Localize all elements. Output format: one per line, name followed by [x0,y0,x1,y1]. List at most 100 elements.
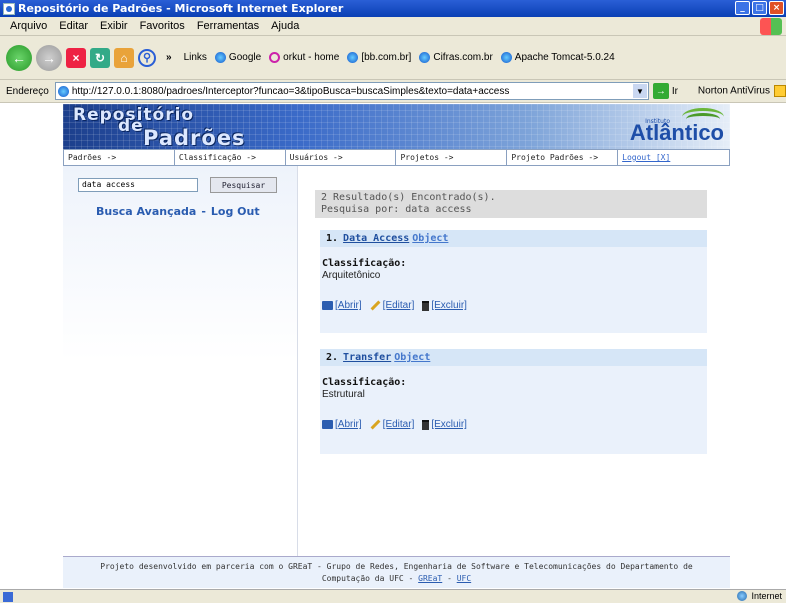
great-link[interactable]: GREaT [418,574,442,583]
ie-page-icon [419,52,431,63]
links-label: Links [183,52,207,63]
go-arrow-icon[interactable]: → [652,83,669,99]
link-tomcat[interactable]: Apache Tomcat-5.0.24 [500,52,615,63]
trash-icon [422,419,430,430]
pencil-icon [370,419,381,430]
ie-page-icon [57,85,69,97]
home-icon[interactable]: ⌂ [114,47,134,68]
search-links: Busca Avançada - Log Out [96,205,260,218]
link-orkut[interactable]: orkut - home [269,52,339,63]
address-label: Endereço [6,85,49,97]
link-bb[interactable]: [bb.com.br] [347,52,411,63]
norton-icon [774,85,786,97]
classification-label: Classificação: [322,377,407,388]
search-panel: data access Pesquisar Busca Avançada - Log… [63,166,298,556]
ie-page-icon [347,52,359,63]
nav-padroes[interactable]: Padrões -> [64,150,175,165]
result-card: 1. Data Access Object Classificação: Arq… [320,230,707,333]
results-query: Pesquisa por: data access [321,204,472,215]
window-controls: _ □ × [735,1,784,15]
back-icon[interactable]: ← [6,44,32,71]
menu-exibir[interactable]: Exibir [94,20,134,32]
stop-icon[interactable]: × [66,47,86,68]
results-summary: 2 Resultado(s) Encontrado(s). Pesquisa p… [315,190,707,218]
link-separator: - [201,205,206,218]
menu-favoritos[interactable]: Favoritos [134,20,191,32]
chevron-down-icon[interactable]: ▼ [632,84,647,98]
refresh-icon[interactable]: ↻ [90,47,110,68]
toolbar-chevron[interactable]: » [166,52,172,63]
result-title: 2. Transfer Object [320,349,707,366]
globe-icon [737,591,748,601]
security-zone: Internet [737,591,782,601]
result-link[interactable]: Transfer [343,352,391,363]
page-footer: Projeto desenvolvido em parceria com o G… [63,556,730,588]
close-button[interactable]: × [769,1,784,15]
open-button[interactable]: [Abrir] [322,300,362,311]
nav-usuarios[interactable]: Usuários -> [286,150,397,165]
trash-icon [422,300,430,311]
result-actions: [Abrir] [Editar] [Excluir] [322,419,475,430]
menu-bar: Arquivo Editar Exibir Favoritos Ferramen… [0,17,786,36]
result-title: 1. Data Access Object [320,230,707,247]
page-viewport: Repositório de Padrões Instituto Atlânti… [0,104,786,589]
classification-value: Estrutural [322,389,365,400]
windows-logo-icon [760,18,782,35]
go-button[interactable]: Ir [672,86,678,97]
ie-page-icon [500,52,512,63]
nav-logout-link[interactable]: Logout [X] [618,150,729,165]
link-google[interactable]: Google [214,52,261,63]
orkut-icon [269,52,281,63]
search-icon[interactable]: ⚲ [138,48,156,67]
ufc-link[interactable]: UFC [457,574,471,583]
edit-button[interactable]: [Editar] [370,300,414,311]
delete-button[interactable]: [Excluir] [422,419,467,430]
nav-projeto-padroes[interactable]: Projeto Padrões -> [507,150,619,165]
delete-button[interactable]: [Excluir] [422,300,467,311]
pencil-icon [370,300,381,311]
advanced-search-link[interactable]: Busca Avançada [96,205,196,218]
ie-page-icon [214,52,226,63]
result-link-suffix[interactable]: Object [394,352,430,363]
logo-line-2: de [118,116,144,136]
classification-value: Arquitetônico [322,270,381,281]
result-link[interactable]: Data Access [343,233,409,244]
logout-link[interactable]: Log Out [211,205,260,218]
book-icon [322,301,333,310]
menu-ferramentas[interactable]: Ferramentas [191,20,265,32]
book-icon [322,420,333,429]
result-link-suffix[interactable]: Object [412,233,448,244]
status-bar: Internet [0,589,786,603]
footer-line-2: Computação da UFC - GREaT - UFC [321,574,472,583]
page-status-icon [3,591,13,602]
result-card: 2. Transfer Object Classificação: Estrut… [320,349,707,454]
search-button[interactable]: Pesquisar [210,177,277,193]
minimize-button[interactable]: _ [735,1,750,15]
ie-icon [3,2,15,15]
footer-line-1: Projeto desenvolvido em parceria com o G… [100,562,693,571]
norton-antivirus-button[interactable]: Norton AntiVirus [698,85,786,97]
brand-name: Atlântico [629,120,724,145]
open-button[interactable]: [Abrir] [322,419,362,430]
link-cifras[interactable]: Cifras.com.br [419,52,493,63]
maximize-button[interactable]: □ [752,1,767,15]
window-title: Repositório de Padrões - Microsoft Inter… [18,2,344,15]
menu-arquivo[interactable]: Arquivo [4,20,53,32]
browser-toolbar: ← → × ↻ ⌂ ⚲ » Links Google orkut - home … [0,36,786,80]
window-title-bar: Repositório de Padrões - Microsoft Inter… [0,0,786,17]
links-bar: Links Google orkut - home [bb.com.br] Ci… [184,52,623,63]
site-banner: Repositório de Padrões Instituto Atlânti… [63,104,730,149]
result-actions: [Abrir] [Editar] [Excluir] [322,300,475,311]
classification-label: Classificação: [322,258,407,269]
menu-editar[interactable]: Editar [53,20,94,32]
forward-icon[interactable]: → [36,44,62,71]
logo-line-3: Padrões [143,126,246,149]
search-input[interactable]: data access [78,178,198,192]
nav-classificacao[interactable]: Classificação -> [175,150,286,165]
address-bar: Endereço http://127.0.0.1:8080/padroes/I… [0,80,786,103]
edit-button[interactable]: [Editar] [370,419,414,430]
address-input[interactable]: http://127.0.0.1:8080/padroes/Intercepto… [54,82,649,100]
main-nav: Padrões -> Classificação -> Usuários -> … [63,149,730,166]
menu-ajuda[interactable]: Ajuda [265,20,305,32]
nav-projetos[interactable]: Projetos -> [396,150,508,165]
